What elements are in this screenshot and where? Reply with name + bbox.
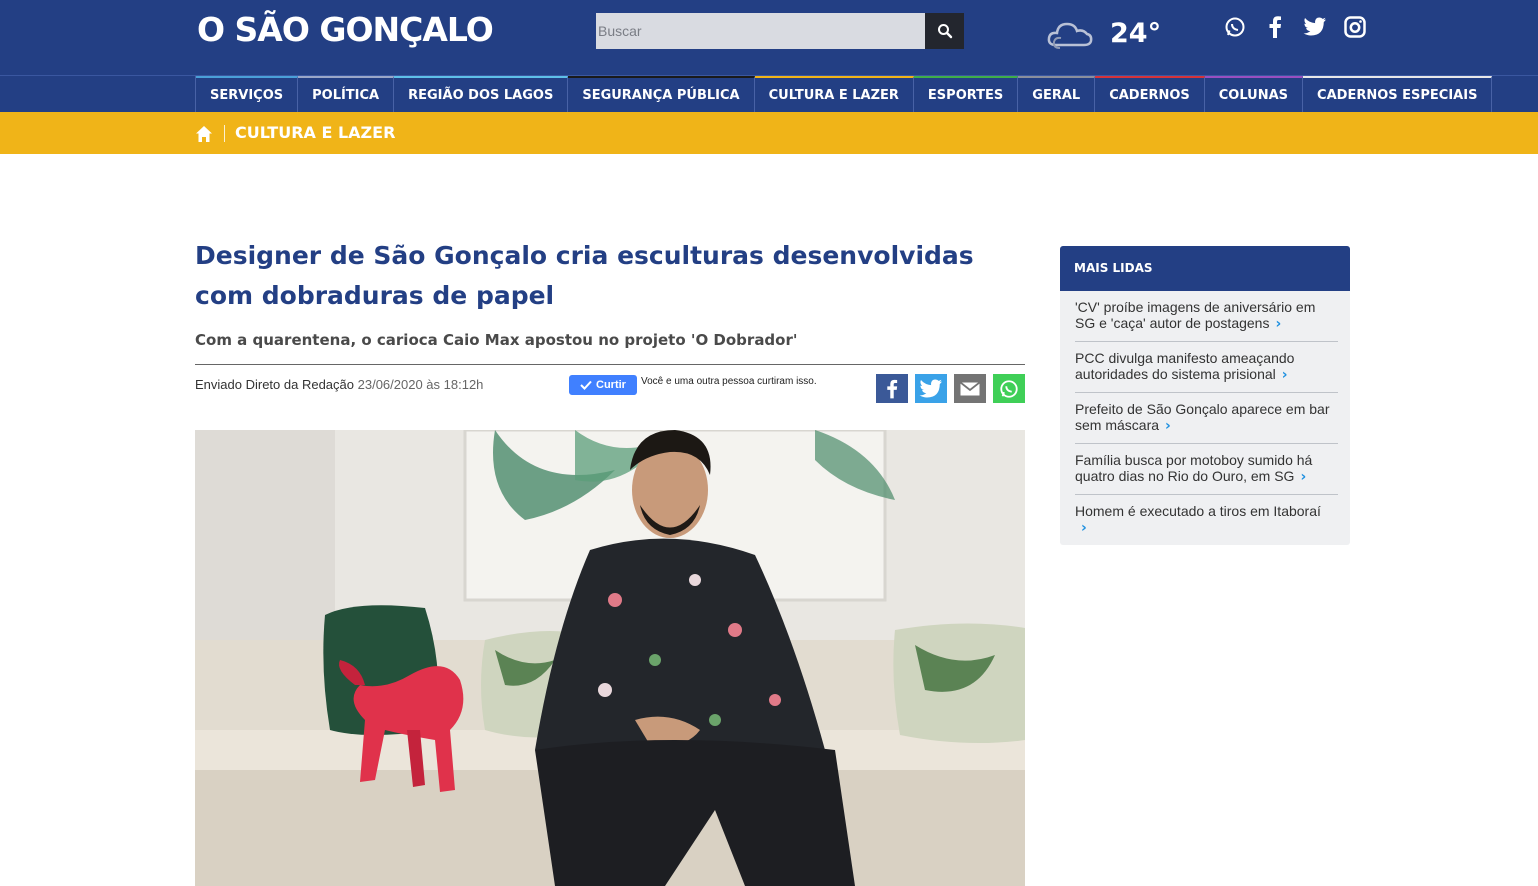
whatsapp-icon[interactable] (1222, 14, 1248, 40)
nav-item-geral[interactable]: GERAL (1018, 76, 1096, 112)
most-read-item-label: Homem é executado a tiros em Itaboraí (1075, 503, 1321, 519)
nav-item-cultura-e-lazer[interactable]: CULTURA E LAZER (754, 76, 914, 112)
chevron-right-icon: › (1165, 418, 1171, 434)
search-icon (937, 24, 952, 39)
check-icon (580, 380, 592, 390)
search-bar (596, 13, 964, 49)
most-read-list: 'CV' proíbe imagens de aniversário em SG… (1060, 291, 1350, 545)
social-links (1222, 14, 1368, 40)
share-buttons (876, 374, 1025, 403)
twitter-icon[interactable] (1302, 14, 1328, 40)
nav-item-esportes[interactable]: ESPORTES (913, 76, 1019, 112)
facebook-like-widget: Curtir Você e uma outra pessoa curtiram … (569, 375, 821, 395)
most-read-item[interactable]: Homem é executado a tiros em Itaboraí › (1075, 495, 1338, 545)
nav-item-seguranca-publica[interactable]: SEGURANÇA PÚBLICA (568, 76, 755, 112)
twitter-share-icon[interactable] (915, 374, 947, 403)
most-read-item[interactable]: Família busca por motoboy sumido há quat… (1075, 444, 1338, 495)
cloud-icon (1047, 22, 1093, 49)
divider (195, 364, 1025, 365)
email-share-icon[interactable] (954, 374, 986, 403)
nav-item-regiao-dos-lagos[interactable]: REGIÃO DOS LAGOS (394, 76, 569, 112)
nav-item-cadernos[interactable]: CADERNOS (1095, 76, 1205, 112)
nav-item-cadernos-especiais[interactable]: CADERNOS ESPECIAIS (1303, 76, 1493, 112)
most-read-item[interactable]: PCC divulga manifesto ameaçando autorida… (1075, 342, 1338, 393)
like-button[interactable]: Curtir (569, 375, 637, 395)
article-photo[interactable] (195, 430, 1025, 886)
nav-item-colunas[interactable]: COLUNAS (1204, 76, 1304, 112)
nav-item-servicos[interactable]: SERVIÇOS (196, 76, 299, 112)
like-button-label: Curtir (596, 379, 626, 391)
sidebar-title: MAIS LIDAS (1060, 246, 1350, 291)
weather-temperature: 24° (1110, 17, 1162, 49)
chevron-right-icon: › (1081, 520, 1087, 536)
most-read-item[interactable]: 'CV' proíbe imagens de aniversário em SG… (1075, 291, 1338, 342)
instagram-icon[interactable] (1342, 14, 1368, 40)
breadcrumb-section[interactable]: CULTURA E LAZER (235, 123, 395, 142)
article-date: 23/06/2020 às 18:12h (357, 377, 484, 392)
most-read-item-label: Família busca por motoboy sumido há quat… (1075, 452, 1313, 484)
article-title: Designer de São Gonçalo cria esculturas … (195, 241, 974, 310)
search-input[interactable] (596, 13, 925, 49)
like-count-text: Você e uma outra pessoa curtiram isso. (641, 376, 817, 387)
site-header: O SÃO GONÇALO 24° (0, 0, 1538, 75)
nav-item-politica[interactable]: POLÍTICA (298, 76, 395, 112)
weather-widget: 24° (1046, 15, 1161, 51)
article-subtitle: Com a quarentena, o carioca Caio Max apo… (195, 331, 798, 349)
facebook-share-icon[interactable] (876, 374, 908, 403)
chevron-right-icon: › (1300, 469, 1307, 485)
site-logo[interactable]: O SÃO GONÇALO (197, 10, 494, 50)
most-read-item-label: Prefeito de São Gonçalo aparece em bar s… (1075, 401, 1330, 433)
nav-list: SERVIÇOS POLÍTICA REGIÃO DOS LAGOS SEGUR… (195, 76, 1493, 112)
most-read-sidebar: MAIS LIDAS 'CV' proíbe imagens de aniver… (1060, 246, 1350, 545)
main-nav: SERVIÇOS POLÍTICA REGIÃO DOS LAGOS SEGUR… (0, 75, 1538, 112)
chevron-right-icon: › (1281, 367, 1288, 383)
whatsapp-share-icon[interactable] (993, 374, 1025, 403)
article-author: Enviado Direto da Redação (195, 377, 354, 392)
search-button[interactable] (925, 13, 964, 49)
breadcrumb: CULTURA E LAZER (0, 112, 1538, 154)
article-byline: Enviado Direto da Redação 23/06/2020 às … (195, 377, 483, 392)
breadcrumb-separator (224, 125, 225, 142)
facebook-icon[interactable] (1262, 14, 1288, 40)
most-read-item[interactable]: Prefeito de São Gonçalo aparece em bar s… (1075, 393, 1338, 444)
home-icon[interactable] (195, 125, 213, 143)
chevron-right-icon: › (1275, 316, 1282, 332)
most-read-item-label: PCC divulga manifesto ameaçando autorida… (1075, 350, 1295, 382)
